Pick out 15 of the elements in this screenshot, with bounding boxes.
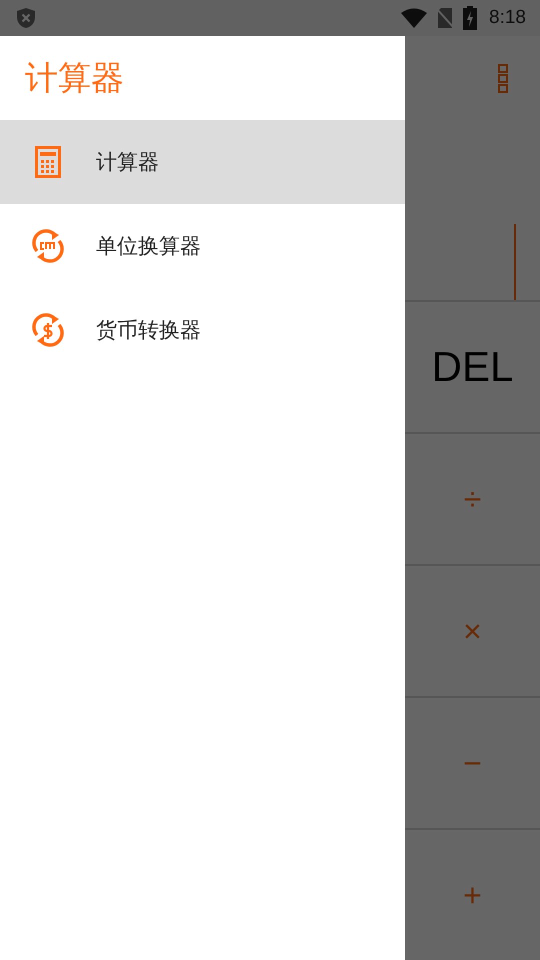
drawer-item-label: 计算器 — [96, 149, 159, 176]
wifi-icon — [401, 8, 428, 28]
drawer-item[interactable]: 计算器 — [0, 120, 405, 204]
drawer-item[interactable]: 单位换算器 — [0, 204, 405, 288]
shield-icon — [16, 7, 36, 29]
overflow-menu-icon[interactable] — [498, 64, 508, 94]
status-time: 8:18 — [489, 7, 526, 29]
drawer-item-label: 货币转换器 — [96, 317, 201, 344]
drawer-item-label: 单位换算器 — [96, 233, 201, 260]
dollar-exchange-icon — [31, 313, 65, 347]
battery-icon — [463, 6, 478, 30]
cm-exchange-icon — [31, 229, 65, 263]
calculator-icon — [35, 146, 61, 178]
drawer-item[interactable]: 货币转换器 — [0, 288, 405, 372]
drawer-title: 计算器 — [24, 56, 125, 98]
